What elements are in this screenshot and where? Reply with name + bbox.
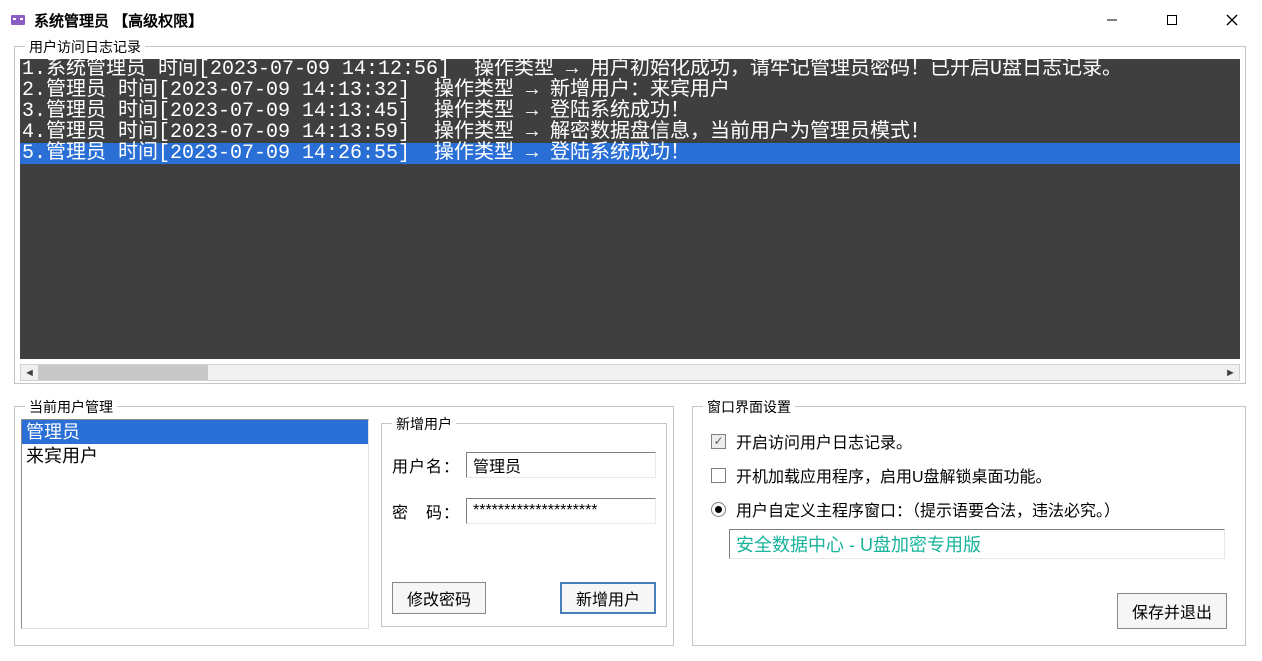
username-label: 用户名：	[392, 453, 466, 477]
log-group: 用户访问日志记录 1.系统管理员 时间[2023-07-09 14:12:56]…	[14, 46, 1246, 384]
password-label: 密 码：	[392, 499, 466, 523]
log-line[interactable]: 4.管理员 时间[2023-07-09 14:13:59] 操作类型 → 解密数…	[20, 122, 1240, 143]
settings-title: 窗口界面设置	[703, 397, 795, 417]
radio-custom-title[interactable]: 用户自定义主程序窗口：（提示语要合法，违法必究。）	[711, 497, 1120, 521]
log-line[interactable]: 2.管理员 时间[2023-07-09 14:13:32] 操作类型 → 新增用…	[20, 80, 1240, 101]
app-icon	[8, 10, 28, 30]
add-user-group: 新增用户 用户名： 密 码： 修改密码 新增用户	[381, 423, 667, 627]
user-list-item[interactable]: 管理员	[22, 420, 368, 444]
settings-group: 窗口界面设置 ✓ 开启访问用户日志记录。 开机加载应用程序，启用U盘解锁桌面功能…	[692, 406, 1246, 646]
window-controls	[1082, 0, 1262, 40]
log-line[interactable]: 3.管理员 时间[2023-07-09 14:13:45] 操作类型 → 登陆系…	[20, 101, 1240, 122]
scroll-thumb[interactable]	[38, 365, 208, 380]
password-input[interactable]	[466, 498, 656, 524]
save-exit-button[interactable]: 保存并退出	[1117, 593, 1227, 629]
radio-label: 用户自定义主程序窗口：（提示语要合法，违法必究。）	[736, 497, 1120, 521]
user-mgmt-title: 当前用户管理	[25, 397, 117, 417]
checkbox-icon: ✓	[711, 434, 726, 449]
checkbox-label: 开启访问用户日志记录。	[736, 429, 912, 453]
log-listbox[interactable]: 1.系统管理员 时间[2023-07-09 14:12:56] 操作类型 → 用…	[20, 59, 1240, 359]
maximize-button[interactable]	[1142, 0, 1202, 40]
user-list-item[interactable]: 来宾用户	[22, 444, 368, 468]
log-line[interactable]: 1.系统管理员 时间[2023-07-09 14:12:56] 操作类型 → 用…	[20, 59, 1240, 80]
username-row: 用户名：	[392, 452, 656, 478]
add-user-title: 新增用户	[392, 414, 456, 434]
checkbox-autostart[interactable]: 开机加载应用程序，启用U盘解锁桌面功能。	[711, 463, 1052, 487]
scroll-right-icon[interactable]: ►	[1222, 365, 1239, 380]
custom-title-input[interactable]	[729, 529, 1225, 559]
log-line[interactable]: 5.管理员 时间[2023-07-09 14:26:55] 操作类型 → 登陆系…	[20, 143, 1240, 164]
checkbox-enable-log[interactable]: ✓ 开启访问用户日志记录。	[711, 429, 912, 453]
titlebar: 系统管理员 【高级权限】	[0, 0, 1262, 40]
log-hscrollbar[interactable]: ◄ ►	[20, 364, 1240, 381]
user-mgmt-group: 当前用户管理 管理员来宾用户 新增用户 用户名： 密 码： 修改密码 新增用户	[14, 406, 674, 646]
checkbox-label: 开机加载应用程序，启用U盘解锁桌面功能。	[736, 463, 1052, 487]
minimize-button[interactable]	[1082, 0, 1142, 40]
radio-icon	[711, 502, 726, 517]
password-row: 密 码：	[392, 498, 656, 524]
log-group-title: 用户访问日志记录	[25, 37, 145, 57]
username-input[interactable]	[466, 452, 656, 478]
checkbox-icon	[711, 468, 726, 483]
scroll-track[interactable]	[38, 365, 1222, 380]
close-button[interactable]	[1202, 0, 1262, 40]
add-user-button[interactable]: 新增用户	[560, 582, 656, 614]
change-password-button[interactable]: 修改密码	[392, 582, 486, 614]
scroll-left-icon[interactable]: ◄	[21, 365, 38, 380]
window-title: 系统管理员 【高级权限】	[34, 10, 203, 31]
user-listbox[interactable]: 管理员来宾用户	[21, 419, 369, 629]
